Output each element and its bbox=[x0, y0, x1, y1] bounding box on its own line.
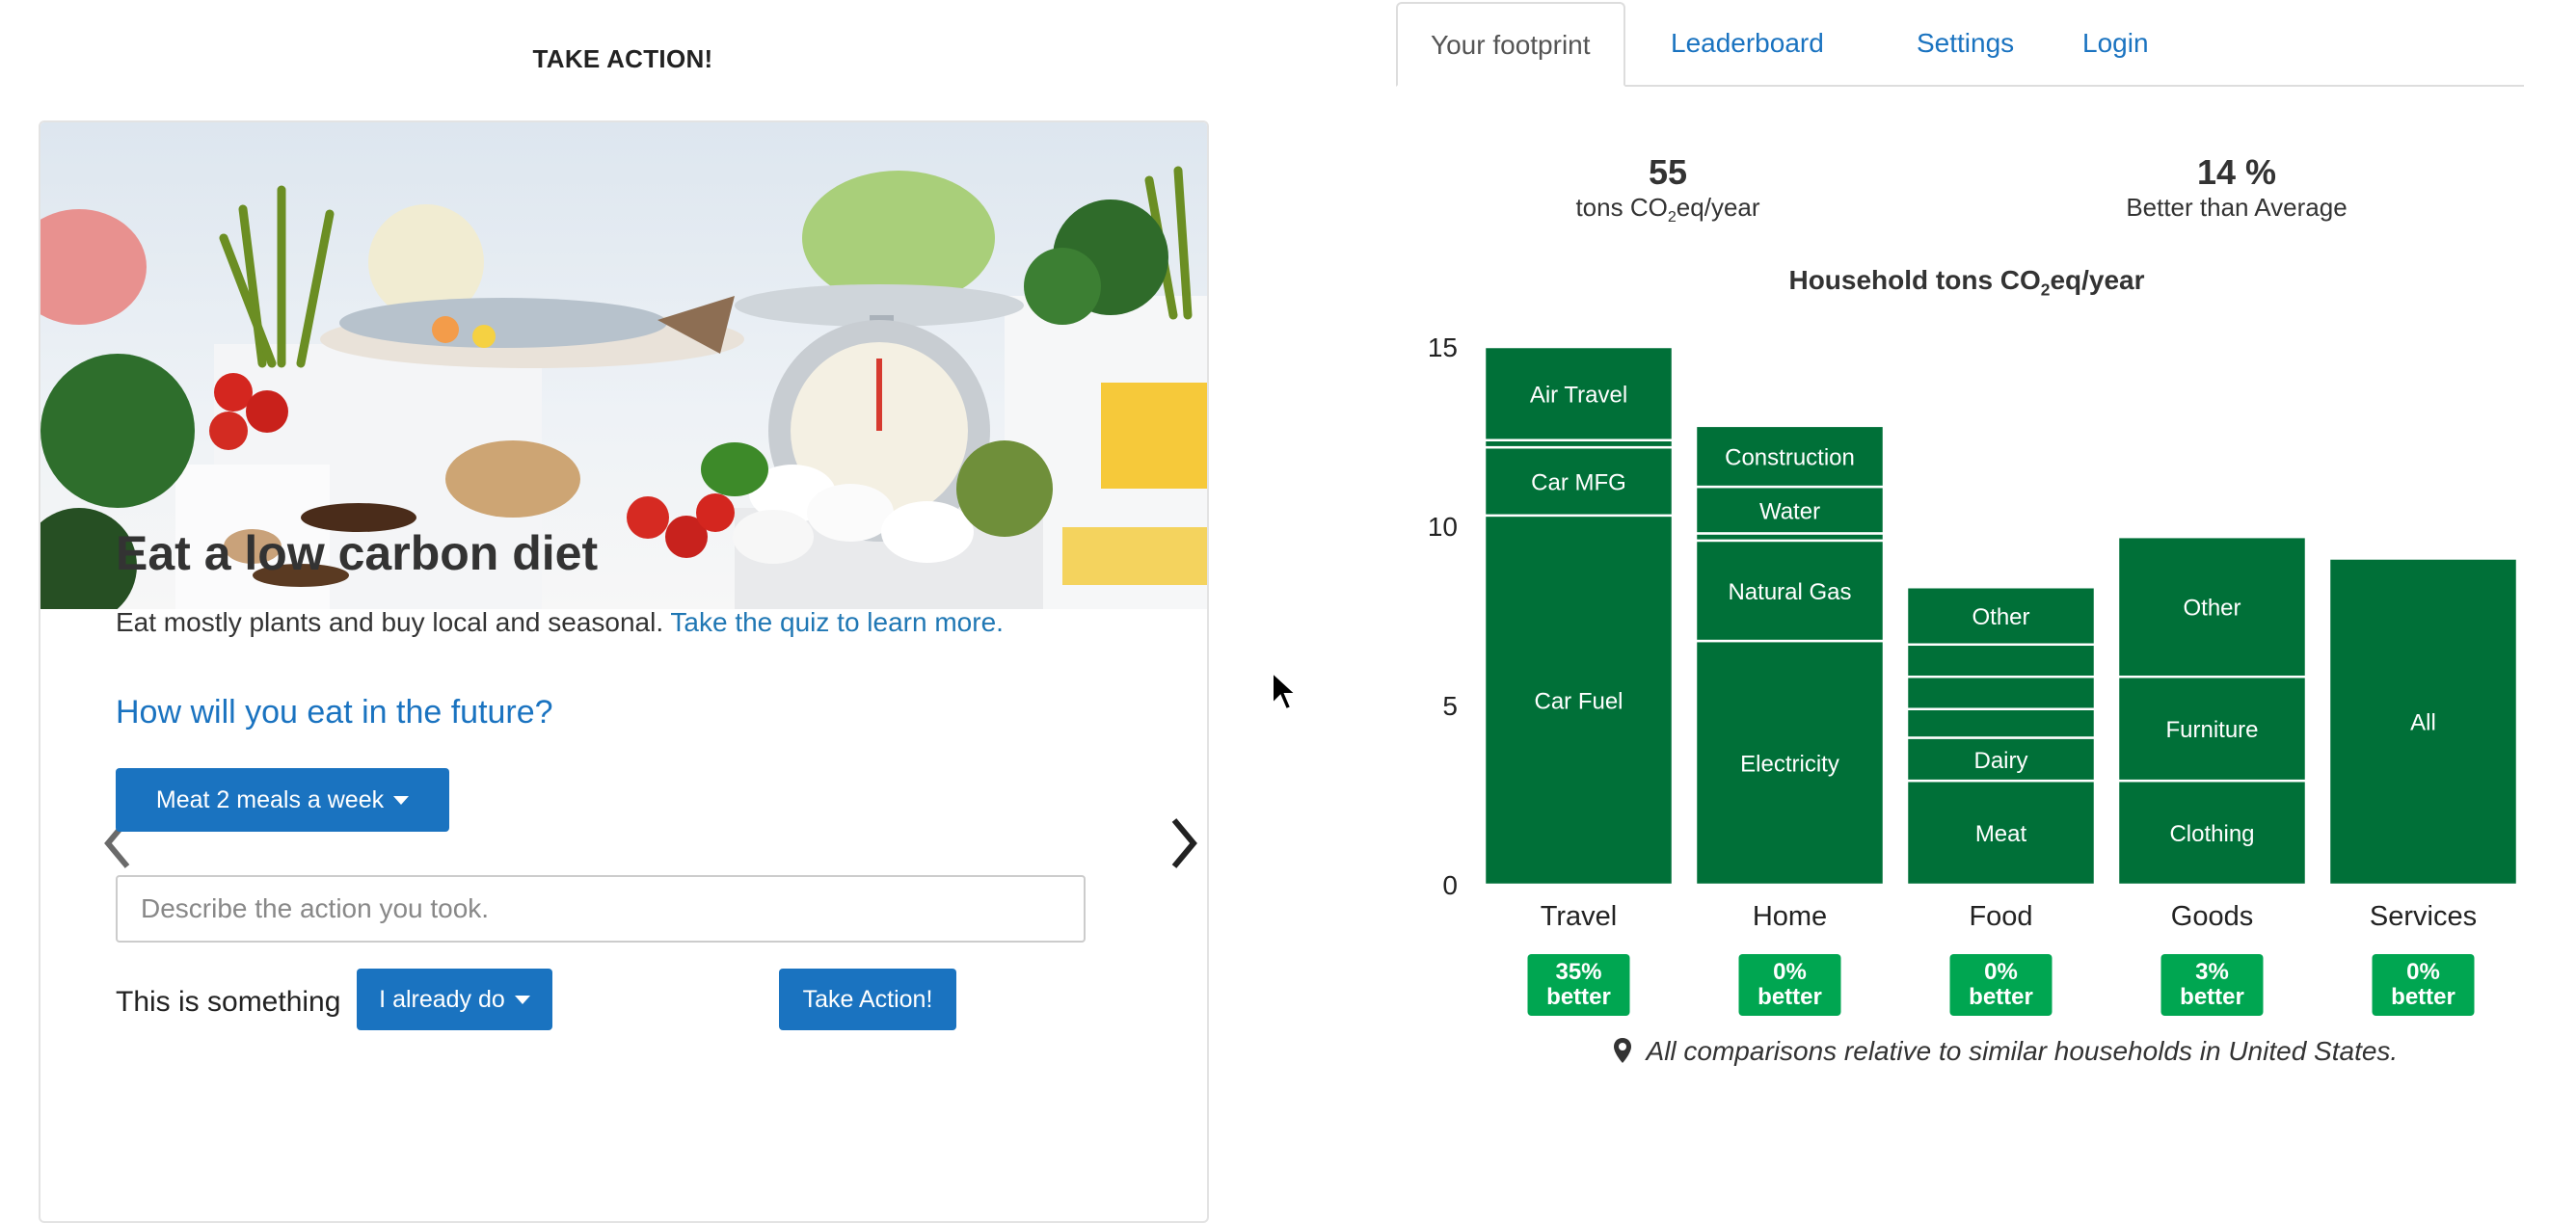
segment-label: Other bbox=[2183, 596, 2241, 622]
comparison-stat: 14 % Better than Average bbox=[2063, 152, 2410, 223]
segment-label: Other bbox=[1972, 604, 2029, 630]
segment-label: Air Travel bbox=[1530, 382, 1627, 408]
quiz-link[interactable]: Take the quiz to learn more. bbox=[670, 607, 1004, 637]
segment-label: Meat bbox=[1975, 821, 2027, 847]
badge-text: 3% bbox=[2195, 959, 2229, 985]
segment-label: Clothing bbox=[2169, 821, 2254, 847]
segment-label: Furniture bbox=[2165, 717, 2258, 743]
segment-label: Natural Gas bbox=[1728, 579, 1851, 605]
section-title: TAKE ACTION! bbox=[532, 44, 713, 73]
badge-text: better bbox=[1969, 984, 2033, 1010]
tab-settings[interactable]: Settings bbox=[1917, 2, 2014, 85]
bar-segment bbox=[1905, 643, 2097, 678]
action-description-text: Eat mostly plants and buy local and seas… bbox=[116, 607, 664, 637]
tab-login[interactable]: Login bbox=[2082, 2, 2149, 85]
category-label: Services bbox=[2370, 901, 2477, 932]
badge-text: better bbox=[1758, 984, 1822, 1010]
map-pin-icon bbox=[1613, 1038, 1631, 1063]
segment-label: Water bbox=[1759, 498, 1820, 524]
chart-title: Household tons CO2eq/year bbox=[1788, 265, 2145, 300]
caret-down-icon bbox=[393, 795, 410, 805]
comparison-label: Better than Average bbox=[2126, 193, 2348, 222]
bar-segment bbox=[1905, 707, 2097, 739]
y-tick-label: 15 bbox=[1428, 332, 1458, 362]
action-title: Eat a low carbon diet bbox=[116, 526, 599, 580]
tab-bar: Your footprint Leaderboard Settings Logi… bbox=[1396, 0, 2524, 87]
footprint-bar-chart: 0 5 10 15 Car Fuel Car MFG Air Travel Travel 35%… bbox=[1428, 332, 2519, 1016]
segment-label: Car Fuel bbox=[1534, 688, 1623, 714]
badge-text: better bbox=[2180, 984, 2244, 1010]
tab-leaderboard[interactable]: Leaderboard bbox=[1671, 2, 1824, 85]
segment-label: Construction bbox=[1725, 444, 1855, 470]
bar-segment bbox=[1905, 675, 2097, 710]
mouse-cursor-icon bbox=[1272, 671, 1298, 711]
caret-down-icon bbox=[514, 995, 530, 1004]
action-description: Eat mostly plants and buy local and seas… bbox=[116, 602, 1032, 643]
meat-frequency-dropdown[interactable]: Meat 2 meals a week bbox=[116, 768, 449, 832]
y-tick-label: 10 bbox=[1428, 512, 1458, 542]
describe-action-input[interactable] bbox=[116, 875, 1086, 943]
category-label: Goods bbox=[2171, 901, 2253, 932]
badge-text: better bbox=[1546, 984, 1611, 1010]
take-action-button[interactable]: Take Action! bbox=[779, 969, 956, 1030]
meat-frequency-label: Meat 2 meals a week bbox=[155, 785, 385, 813]
total-footprint-unit: tons CO2eq/year bbox=[1575, 193, 1760, 226]
category-label: Home bbox=[1753, 901, 1827, 932]
y-tick-label: 0 bbox=[1442, 870, 1458, 900]
y-tick-label: 5 bbox=[1442, 691, 1458, 721]
something-label: This is something bbox=[116, 986, 341, 1018]
tab-your-footprint[interactable]: Your footprint bbox=[1396, 2, 1625, 87]
badge-text: 0% bbox=[2406, 959, 2440, 985]
badge-text: 35% bbox=[1555, 959, 1601, 985]
badge-text: better bbox=[2391, 984, 2455, 1010]
already-do-dropdown[interactable]: I already do bbox=[357, 969, 552, 1030]
comparison-value: 14 % bbox=[2196, 152, 2277, 192]
segment-label: Car MFG bbox=[1531, 470, 1626, 496]
total-footprint-value: 55 bbox=[1648, 152, 1688, 192]
segment-label: Electricity bbox=[1740, 752, 1839, 778]
already-do-label: I already do bbox=[379, 985, 505, 1013]
category-label: Travel bbox=[1541, 901, 1618, 932]
badge-text: 0% bbox=[1984, 959, 2018, 985]
badge-text: 0% bbox=[1773, 959, 1807, 985]
footnote-text: All comparisons relative to similar hous… bbox=[1646, 1036, 2399, 1066]
segment-label: All bbox=[2410, 710, 2436, 736]
comparison-footnote: All comparisons relative to similar hous… bbox=[1446, 1036, 2564, 1067]
next-arrow-icon[interactable] bbox=[1168, 814, 1201, 882]
category-label: Food bbox=[1969, 901, 2032, 932]
question-heading: How will you eat in the future? bbox=[116, 694, 553, 731]
total-footprint-stat: 55 tons CO2eq/year bbox=[1504, 152, 1832, 226]
segment-label: Dairy bbox=[1973, 748, 2027, 774]
action-card bbox=[39, 120, 1209, 1223]
